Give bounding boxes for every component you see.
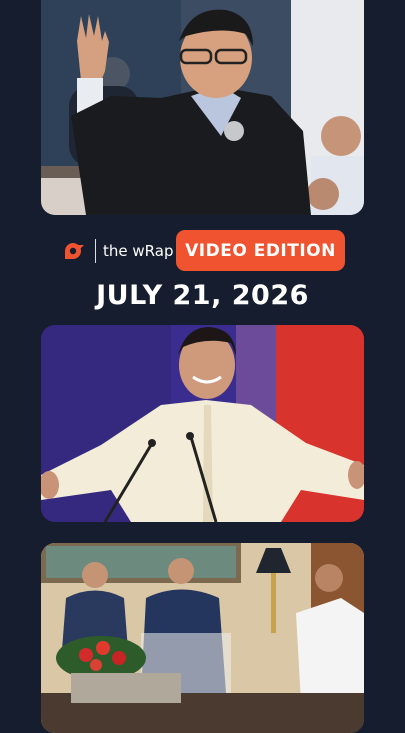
news-photo-arms-spread (41, 325, 364, 522)
news-photo-oath (41, 0, 364, 215)
news-photo-meeting (41, 543, 364, 733)
brand-header: the wRap VIDEO EDITION (0, 230, 405, 272)
edition-date: JULY 21, 2026 (96, 280, 309, 311)
rappler-logo-icon (63, 241, 87, 261)
brand-divider (95, 239, 96, 263)
brand-name: the wRap (103, 242, 174, 260)
video-edition-badge: VIDEO EDITION (176, 230, 345, 271)
